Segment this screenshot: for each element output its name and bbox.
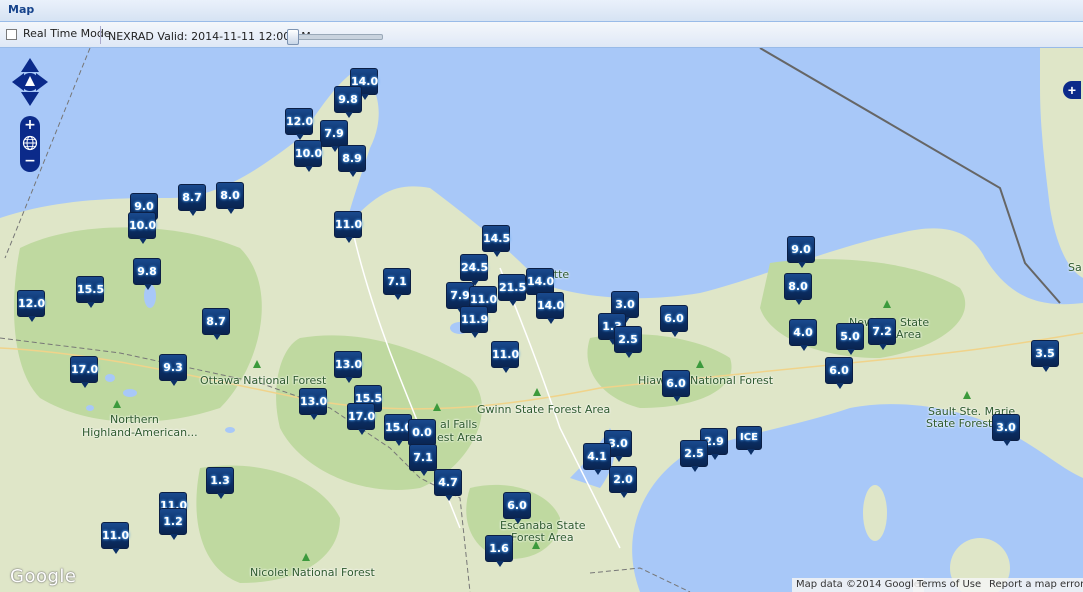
forest-tree-icon — [533, 388, 541, 396]
lake-dot-6 — [225, 427, 235, 433]
snowfall-marker[interactable]: 8.0 — [784, 273, 812, 305]
snowfall-marker[interactable]: 7.1 — [383, 268, 411, 300]
pan-down-arrow-icon — [21, 92, 39, 106]
snowfall-marker[interactable]: 9.3 — [159, 354, 187, 386]
pan-control[interactable] — [12, 58, 48, 110]
google-logo: Google — [10, 566, 77, 587]
snowfall-marker[interactable]: 13.0 — [299, 388, 327, 420]
time-slider-track[interactable] — [289, 34, 383, 40]
label-nicolet-forest: Nicolet National Forest — [250, 566, 375, 579]
snowfall-marker[interactable]: 8.9 — [338, 145, 366, 177]
snowfall-marker[interactable]: 8.7 — [202, 308, 230, 340]
snowfall-marker[interactable]: 1.2 — [159, 508, 187, 540]
snowfall-marker[interactable]: 1.3 — [206, 467, 234, 499]
label-falls: al Falls — [440, 418, 478, 431]
report-map-error-link[interactable]: Report a map error — [985, 578, 1083, 592]
map-toolbar: Real Time Mode NEXRAD Valid: 2014-11-11 … — [0, 22, 1083, 48]
realtime-mode-checkbox[interactable] — [6, 29, 17, 40]
snowfall-marker[interactable]: 3.0 — [992, 414, 1020, 446]
toolbar-separator — [100, 26, 101, 44]
snowfall-marker[interactable]: 15.5 — [76, 276, 104, 308]
forest-tree-icon — [433, 403, 441, 411]
forest-tree-icon — [113, 400, 121, 408]
panel-title: Map — [8, 3, 35, 16]
snowfall-marker[interactable]: 9.8 — [133, 258, 161, 290]
snowfall-marker[interactable]: 11.0 — [101, 522, 129, 554]
label-escanaba-forest: Forest Area — [511, 531, 574, 544]
snowfall-marker[interactable]: 24.5 — [460, 254, 488, 286]
zoom-in-button[interactable]: + — [22, 117, 38, 133]
lake-dot-4 — [86, 405, 94, 411]
forest-tree-icon — [883, 300, 891, 308]
snowfall-marker[interactable]: 14.0 — [526, 268, 554, 300]
snowfall-marker[interactable]: 7.9 — [320, 120, 348, 152]
snowfall-marker[interactable]: 10.0 — [128, 212, 156, 244]
map-panel-header: Map — [0, 0, 1083, 22]
zoom-out-button[interactable]: − — [22, 153, 38, 169]
label-hiawatha-forest: National Forest — [690, 374, 774, 387]
snowfall-marker[interactable]: 12.0 — [285, 108, 313, 140]
snowfall-marker[interactable]: 10.0 — [294, 140, 322, 172]
snowfall-marker[interactable]: 9.8 — [334, 86, 362, 118]
forest-tree-icon — [696, 360, 704, 368]
snowfall-marker[interactable]: 7.1 — [409, 444, 437, 476]
expand-layer-button[interactable]: + — [1063, 81, 1081, 99]
label-ottawa-forest: Ottawa National Forest — [200, 374, 327, 387]
snowfall-marker[interactable]: 6.0 — [825, 357, 853, 389]
zoom-control: + − — [20, 116, 40, 172]
terms-of-use-link[interactable]: Terms of Use — [913, 578, 986, 592]
snowfall-marker[interactable]: 9.0 — [787, 236, 815, 268]
snowfall-marker[interactable]: 7.2 — [868, 318, 896, 350]
snowfall-marker[interactable]: 2.5 — [680, 440, 708, 472]
label-sault-forest: State Forest — [926, 417, 993, 430]
forest-tree-icon — [253, 360, 261, 368]
forest-tree-icon — [532, 541, 540, 549]
snowfall-marker[interactable]: 8.7 — [178, 184, 206, 216]
island-1 — [863, 485, 887, 541]
snowfall-marker[interactable]: 11.0 — [491, 341, 519, 373]
snowfall-marker[interactable]: 3.5 — [1031, 340, 1059, 372]
map-data-attribution: Map data ©2014 Google — [792, 578, 924, 592]
map-canvas[interactable]: Ottawa National Forest Northern Highland… — [0, 48, 1083, 592]
snowfall-marker[interactable]: 5.0 — [836, 323, 864, 355]
ice-marker[interactable]: ICE — [736, 426, 762, 455]
snowfall-marker[interactable]: 11.0 — [334, 211, 362, 243]
snowfall-marker[interactable]: 6.0 — [660, 305, 688, 337]
time-slider-thumb[interactable] — [287, 29, 299, 45]
snowfall-marker[interactable]: 11.9 — [460, 306, 488, 338]
snowfall-marker[interactable]: 12.0 — [17, 290, 45, 322]
snowfall-marker[interactable]: 17.0 — [70, 356, 98, 388]
snowfall-marker[interactable]: 21.5 — [498, 274, 526, 306]
pan-up-arrow-icon — [21, 58, 39, 72]
nexrad-valid-label: NEXRAD Valid: 2014-11-11 12:00 AM — [108, 30, 311, 43]
lake-dot-2 — [105, 374, 115, 382]
snowfall-marker[interactable]: 0.0 — [408, 419, 436, 451]
pan-left-arrow-icon — [12, 73, 24, 91]
snowfall-marker[interactable]: 1.6 — [485, 535, 513, 567]
label-gwinn-forest: Gwinn State Forest Area — [477, 403, 611, 416]
snowfall-marker[interactable]: 8.0 — [216, 182, 244, 214]
pan-right-arrow-icon — [36, 73, 48, 91]
forest-tree-icon — [302, 553, 310, 561]
snowfall-marker[interactable]: 4.0 — [789, 319, 817, 351]
realtime-mode-label: Real Time Mode — [23, 27, 111, 40]
label-northern: Northern — [110, 413, 159, 426]
forest-tree-icon — [963, 391, 971, 399]
snowfall-marker[interactable]: 14.0 — [536, 292, 564, 324]
snowfall-marker[interactable]: 6.0 — [662, 370, 690, 402]
snowfall-marker[interactable]: 17.0 — [347, 403, 375, 435]
snowfall-marker[interactable]: 13.0 — [334, 351, 362, 383]
globe-icon[interactable] — [22, 135, 38, 151]
snowfall-marker[interactable]: 2.5 — [614, 326, 642, 358]
label-northern-highland: Highland-American... — [82, 426, 198, 439]
label-falls-area: est Area — [437, 431, 483, 444]
snowfall-marker[interactable]: 14.5 — [482, 225, 510, 257]
snowfall-marker[interactable]: 2.0 — [609, 466, 637, 498]
snowfall-marker[interactable]: 4.1 — [583, 443, 611, 475]
label-newberry-area: Area — [896, 328, 922, 341]
label-sa: Sa — [1068, 261, 1082, 274]
lake-dot-3 — [123, 389, 137, 397]
snowfall-marker[interactable]: 6.0 — [503, 492, 531, 524]
snowfall-marker[interactable]: 4.7 — [434, 469, 462, 501]
